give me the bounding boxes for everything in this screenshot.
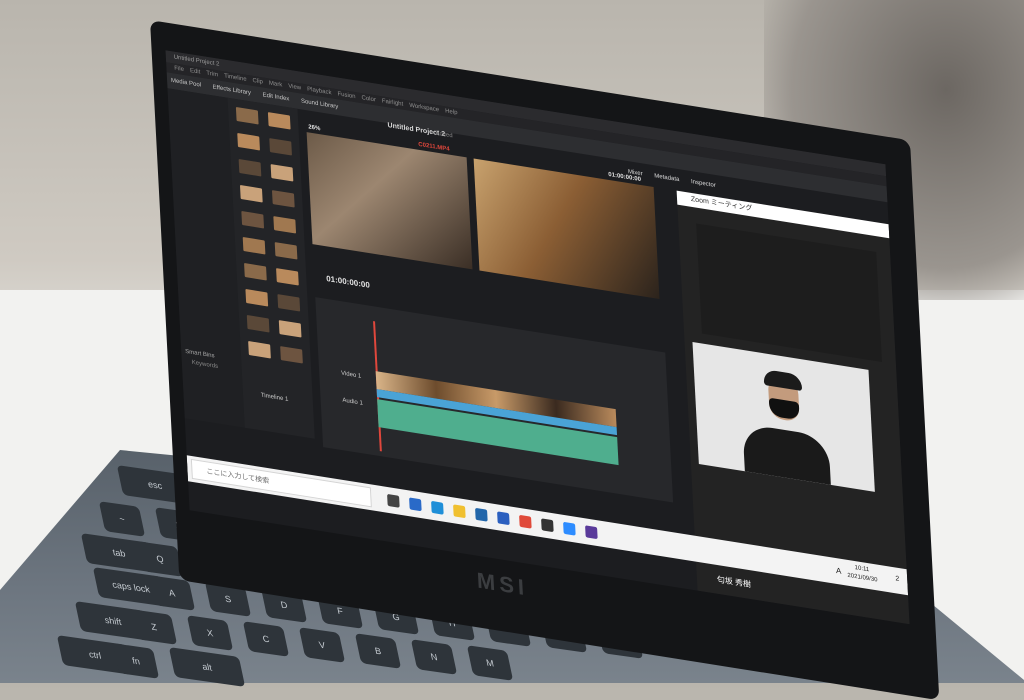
- menu-item-clip[interactable]: Clip: [252, 78, 263, 86]
- zoom-tile-empty: [696, 223, 882, 363]
- edit-index-button[interactable]: Edit Index: [263, 92, 290, 102]
- media-thumbnail[interactable]: [239, 184, 263, 203]
- msi-logo: MSI: [476, 567, 529, 601]
- notification-count[interactable]: 2: [895, 575, 899, 583]
- media-thumbnail[interactable]: [271, 190, 295, 208]
- media-thumbnail[interactable]: [237, 132, 260, 151]
- media-thumbnail[interactable]: [238, 158, 262, 177]
- media-thumbnail[interactable]: [280, 346, 303, 364]
- menu-item-edit[interactable]: Edit: [190, 68, 201, 76]
- edge-icon[interactable]: [431, 500, 444, 515]
- media-thumbnail[interactable]: [242, 236, 266, 255]
- explorer-icon[interactable]: [453, 504, 466, 519]
- source-viewer[interactable]: [306, 132, 473, 270]
- menu-item-trim[interactable]: Trim: [206, 71, 218, 79]
- chrome-icon[interactable]: [519, 514, 532, 529]
- taskbar-clock[interactable]: 10:11 2021/09/30: [847, 563, 878, 586]
- menu-item-file[interactable]: File: [174, 65, 184, 73]
- media-thumbnail[interactable]: [248, 340, 271, 359]
- photoshop-icon[interactable]: [409, 497, 422, 512]
- zoom-level[interactable]: 26%: [308, 124, 320, 132]
- media-thumbnail[interactable]: [245, 288, 269, 307]
- menu-item-help[interactable]: Help: [445, 108, 458, 116]
- media-thumbnail[interactable]: [269, 138, 292, 156]
- zoom-icon[interactable]: [563, 521, 576, 536]
- media-thumbnail[interactable]: [235, 106, 259, 125]
- inspector-button[interactable]: Inspector: [691, 179, 716, 189]
- media-thumbnail[interactable]: [241, 210, 265, 229]
- metadata-button[interactable]: Metadata: [654, 173, 679, 183]
- media-thumbnail[interactable]: [274, 242, 298, 260]
- menu-item-view[interactable]: View: [288, 84, 301, 92]
- participant-shirt: [742, 423, 831, 485]
- participant-mask: [768, 397, 800, 421]
- participant-name: 匂坂 秀樹: [716, 574, 752, 590]
- menu-item-mark[interactable]: Mark: [269, 80, 283, 88]
- participant-video[interactable]: [692, 341, 875, 492]
- word-icon[interactable]: [497, 511, 510, 526]
- media-thumbnail[interactable]: [277, 294, 301, 312]
- sound-library-button[interactable]: Sound Library: [301, 98, 339, 110]
- media-thumbnail[interactable]: [246, 314, 270, 333]
- mail-icon[interactable]: [475, 507, 488, 522]
- task-view-icon[interactable]: [387, 493, 400, 508]
- keywords-item[interactable]: Keywords: [192, 360, 219, 370]
- ime-indicator[interactable]: A: [836, 566, 842, 576]
- taskbar-search-input[interactable]: ここに入力して検索: [190, 458, 372, 508]
- media-thumbnail[interactable]: [267, 112, 291, 130]
- davinci-resolve-icon[interactable]: [585, 525, 598, 540]
- media-thumbnail[interactable]: [273, 216, 297, 234]
- media-thumbnail[interactable]: [276, 268, 299, 286]
- menu-item-fairlight[interactable]: Fairlight: [382, 98, 404, 107]
- media-thumbnail[interactable]: [244, 262, 267, 281]
- effects-library-button[interactable]: Effects Library: [213, 84, 252, 96]
- media-thumbnail[interactable]: [278, 320, 302, 338]
- timecode-display: 01:00:00:00: [325, 273, 371, 290]
- media-thumbnail[interactable]: [270, 164, 294, 182]
- epic-games-icon[interactable]: [541, 518, 554, 533]
- menu-item-color[interactable]: Color: [361, 95, 376, 103]
- media-pool-button[interactable]: Media Pool: [171, 78, 201, 89]
- smart-bins-label: Smart Bins: [185, 348, 215, 360]
- laptop-screen: Untitled Project 2 File Edit Trim Timeline C…: [165, 50, 910, 625]
